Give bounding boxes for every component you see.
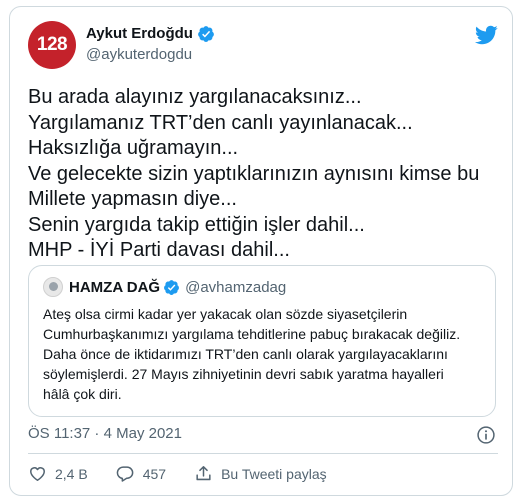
quoted-tweet-line: söylemişlerdi. 27 Mayıs zihniyetinin dev…	[43, 366, 444, 382]
quoted-tweet-line: Ateş olsa cirmi kadar yer yakacak olan s…	[43, 306, 408, 322]
tweet-line: Haksızlığa uğramayın...	[28, 137, 239, 159]
verified-icon	[198, 26, 214, 42]
tweet-line: Senin yargıda takip ettiğin işler dahil.…	[28, 213, 365, 236]
quoted-tweet-line: hâlâ çok diri.	[43, 386, 122, 402]
tweet-header: 128 Aykut Erdoğdu @aykuterdogdu	[28, 21, 498, 69]
author-handle[interactable]: @aykuterdogdu	[86, 45, 215, 65]
share-label: Bu Tweeti paylaş	[221, 465, 327, 482]
quoted-tweet-line: Cumhurbaşkanımızı yargılama tehditlerine…	[43, 326, 461, 342]
author-names: Aykut Erdoğdu @aykuterdogdu	[86, 24, 215, 65]
tweet-line: MHP - İYİ Parti davası dahil...	[28, 239, 290, 261]
quoted-author-avatar	[43, 277, 63, 297]
quoted-author-name: HAMZA DAĞ	[69, 278, 161, 296]
tweet-line: Bu arada alayınız yargılanacaksınız...	[28, 86, 362, 108]
author-display-name[interactable]: Aykut Erdoğdu	[86, 24, 193, 44]
tweet-text: Bu arada alayınız yargılanacaksınız... Y…	[28, 85, 503, 264]
share-icon	[196, 466, 211, 481]
twitter-bird-icon[interactable]	[474, 23, 498, 47]
quoted-tweet-text: Ateş olsa cirmi kadar yer yakacak olan s…	[43, 304, 488, 404]
reply-icon	[116, 466, 133, 482]
tweet-actions: 2,4 B 457 Bu Tweeti paylaş	[28, 453, 498, 493]
tweet-line: Ve gelecekte sizin yaptıklarınızın aynıs…	[28, 162, 480, 185]
author-avatar[interactable]: 128	[28, 21, 76, 69]
tweet-timestamp[interactable]: ÖS 11:37 · 4 May 2021	[28, 425, 182, 442]
heart-icon	[30, 467, 45, 481]
quoted-tweet-line: Daha önce de iktidarımızı TRT’den canlı …	[43, 346, 448, 362]
like-button[interactable]: 2,4 B	[28, 464, 88, 483]
reply-count: 457	[142, 465, 167, 482]
verified-icon	[164, 279, 180, 295]
share-button[interactable]: Bu Tweeti paylaş	[194, 464, 327, 483]
info-icon[interactable]	[476, 425, 496, 445]
tweet-line: Yargılamanız TRT’den canlı yayınlanacak.…	[28, 111, 413, 134]
quoted-author-handle: @avhamzadag	[185, 278, 287, 296]
tweet-line: Millete yapmasın diye...	[28, 188, 237, 210]
quoted-tweet-header: HAMZA DAĞ @avhamzadag	[43, 276, 286, 298]
quoted-tweet[interactable]: HAMZA DAĞ @avhamzadag Ateş olsa cirmi ka…	[28, 265, 496, 417]
like-count: 2,4 B	[55, 465, 88, 482]
author-display-name-row[interactable]: Aykut Erdoğdu	[86, 24, 215, 44]
reply-button[interactable]: 457	[116, 464, 166, 483]
tweet-card: 128 Aykut Erdoğdu @aykuterdogdu Bu arada…	[9, 6, 513, 496]
